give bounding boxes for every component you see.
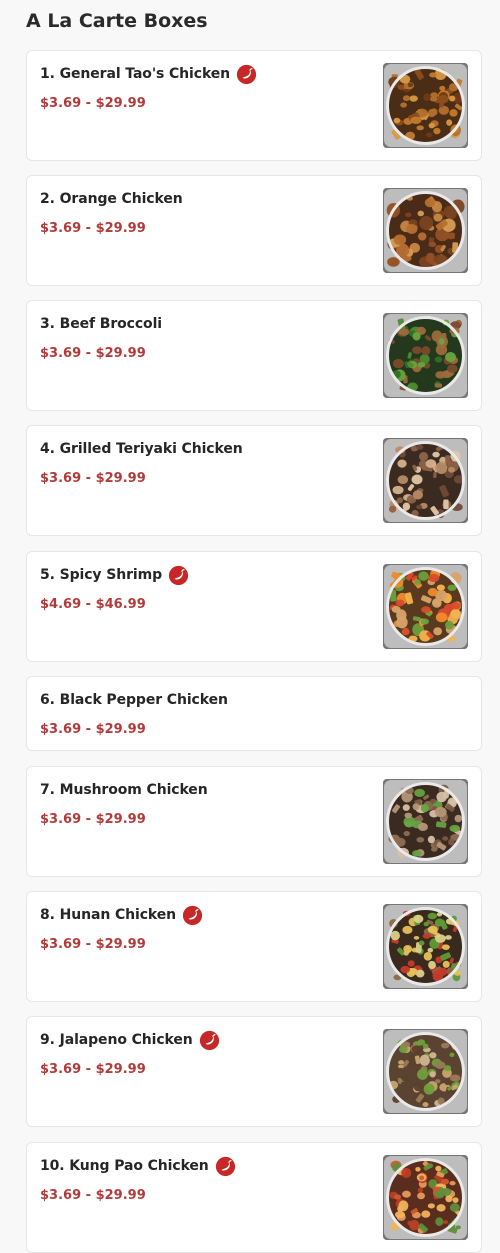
item-name-row: 10. Kung Pao Chicken (40, 1155, 236, 1177)
item-name: 8. Hunan Chicken (40, 907, 177, 923)
item-price: $3.69 - $29.99 (40, 1188, 146, 1203)
menu-page: A La Carte Boxes 1. General Tao's Chicke… (0, 0, 500, 1253)
item-name: 5. Spicy Shrimp (40, 567, 162, 583)
item-price: $3.69 - $29.99 (40, 471, 146, 486)
menu-item-card[interactable]: 2. Orange Chicken $3.69 - $29.99 (26, 175, 482, 286)
dish-photo[interactable] (383, 1155, 468, 1240)
chili-pepper-icon (199, 1030, 220, 1051)
chili-pepper-icon (168, 565, 189, 586)
menu-item-card[interactable]: 10. Kung Pao Chicken $3.69 - $29.99 (26, 1142, 482, 1253)
item-name-row: 4. Grilled Teriyaki Chicken (40, 438, 243, 460)
dish-photo[interactable] (383, 188, 468, 273)
item-name-row: 9. Jalapeno Chicken (40, 1029, 220, 1051)
item-price: $3.69 - $29.99 (40, 812, 146, 827)
item-name-row: 5. Spicy Shrimp (40, 564, 189, 586)
item-price: $3.69 - $29.99 (40, 221, 146, 236)
dish-photo[interactable] (383, 564, 468, 649)
item-price: $3.69 - $29.99 (40, 937, 146, 952)
item-price: $4.69 - $46.99 (40, 597, 146, 612)
menu-item-card[interactable]: 4. Grilled Teriyaki Chicken $3.69 - $29.… (26, 425, 482, 536)
item-price: $3.69 - $29.99 (40, 96, 146, 111)
item-name: 10. Kung Pao Chicken (40, 1158, 209, 1174)
menu-item-card[interactable]: 7. Mushroom Chicken $3.69 - $29.99 (26, 766, 482, 877)
item-name: 7. Mushroom Chicken (40, 782, 208, 798)
item-name: 2. Orange Chicken (40, 191, 183, 207)
dish-photo[interactable] (383, 779, 468, 864)
menu-item-card[interactable]: 6. Black Pepper Chicken $3.69 - $29.99 (26, 676, 482, 751)
item-price: $3.69 - $29.99 (40, 346, 146, 361)
item-name: 3. Beef Broccoli (40, 316, 162, 332)
item-name: 6. Black Pepper Chicken (40, 692, 228, 708)
menu-item-card[interactable]: 3. Beef Broccoli $3.69 - $29.99 (26, 300, 482, 411)
menu-item-card[interactable]: 9. Jalapeno Chicken $3.69 - $29.99 (26, 1016, 482, 1127)
menu-item-card[interactable]: 8. Hunan Chicken $3.69 - $29.99 (26, 891, 482, 1002)
item-name-row: 8. Hunan Chicken (40, 904, 203, 926)
item-price: $3.69 - $29.99 (40, 722, 146, 737)
menu-item-list: 1. General Tao's Chicken $3.69 - $29.99 … (0, 0, 500, 1253)
chili-pepper-icon (182, 905, 203, 926)
chili-pepper-icon (236, 64, 257, 85)
dish-photo[interactable] (383, 1029, 468, 1114)
item-name: 1. General Tao's Chicken (40, 66, 231, 82)
item-name-row: 1. General Tao's Chicken (40, 63, 257, 85)
dish-photo[interactable] (383, 313, 468, 398)
dish-photo[interactable] (383, 63, 468, 148)
item-name-row: 6. Black Pepper Chicken (40, 689, 228, 711)
item-name-row: 3. Beef Broccoli (40, 313, 162, 335)
dish-photo[interactable] (383, 904, 468, 989)
item-name: 9. Jalapeno Chicken (40, 1032, 193, 1048)
item-name-row: 2. Orange Chicken (40, 188, 183, 210)
item-price: $3.69 - $29.99 (40, 1062, 146, 1077)
chili-pepper-icon (215, 1156, 236, 1177)
item-name: 4. Grilled Teriyaki Chicken (40, 441, 243, 457)
item-name-row: 7. Mushroom Chicken (40, 779, 208, 801)
menu-item-card[interactable]: 1. General Tao's Chicken $3.69 - $29.99 (26, 50, 482, 161)
menu-item-card[interactable]: 5. Spicy Shrimp $4.69 - $46.99 (26, 551, 482, 662)
dish-photo[interactable] (383, 438, 468, 523)
